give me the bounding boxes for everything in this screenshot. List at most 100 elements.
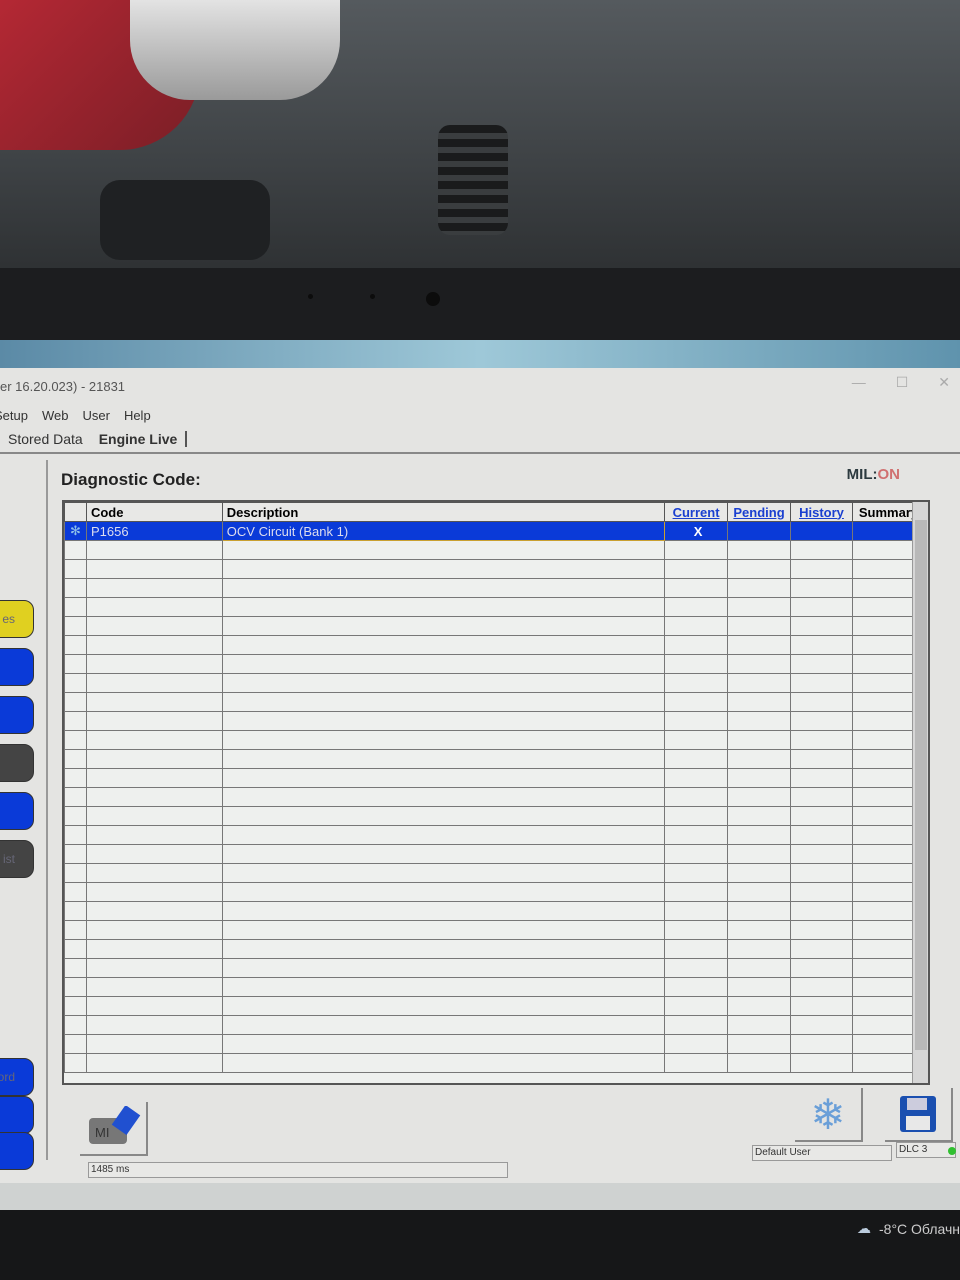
table-cell: [85, 673, 223, 693]
table-row[interactable]: [64, 559, 926, 579]
weather-widget[interactable]: ☁ -8°C Облачн: [857, 1220, 960, 1237]
table-cell: [727, 825, 792, 845]
table-cell: [664, 1015, 729, 1035]
mil-reset-button[interactable]: MI: [80, 1102, 148, 1156]
table-cell: [664, 559, 729, 579]
menu-web[interactable]: Web: [42, 408, 69, 423]
table-row[interactable]: [64, 787, 926, 807]
table-row[interactable]: [64, 901, 926, 921]
table-cell: [85, 939, 223, 959]
webcam-icon: [426, 292, 440, 306]
menu-setup[interactable]: Setup: [0, 408, 28, 423]
table-cell: [85, 787, 223, 807]
table-row[interactable]: [64, 730, 926, 750]
table-cell: [664, 578, 729, 598]
menu-user[interactable]: User: [82, 408, 109, 423]
table-cell: [64, 806, 87, 826]
save-button[interactable]: [885, 1088, 953, 1142]
table-cell: [790, 787, 853, 807]
table-cell: [727, 616, 792, 636]
weather-text: -8°C Облачн: [879, 1220, 960, 1237]
maximize-button[interactable]: ☐: [896, 374, 909, 391]
minimize-button[interactable]: —: [852, 374, 866, 391]
table-row[interactable]: [64, 654, 926, 674]
table-row[interactable]: [64, 540, 926, 560]
column-header-description[interactable]: Description: [221, 502, 666, 522]
table-cell: [727, 1034, 792, 1054]
table-row[interactable]: [64, 977, 926, 997]
table-row[interactable]: [64, 844, 926, 864]
tab-engine-live[interactable]: Engine Live: [91, 431, 188, 447]
table-row[interactable]: [64, 635, 926, 655]
left-function-button[interactable]: [0, 792, 34, 830]
column-header-current[interactable]: Current: [664, 502, 729, 522]
table-row[interactable]: [64, 1053, 926, 1073]
table-cell: [727, 844, 792, 864]
left-function-button[interactable]: [0, 744, 34, 782]
table-row[interactable]: [64, 597, 926, 617]
left-function-button[interactable]: [0, 696, 34, 734]
techstream-window: er 16.20.023) - 21831 — ☐ ✕ Setup Web Us…: [0, 368, 960, 1183]
table-row[interactable]: [64, 920, 926, 940]
table-row[interactable]: [64, 578, 926, 598]
table-cell: [221, 559, 666, 579]
table-row[interactable]: [64, 616, 926, 636]
freeze-frame-button[interactable]: ❄: [795, 1088, 863, 1142]
left-function-button[interactable]: [0, 648, 34, 686]
table-row[interactable]: [64, 1034, 926, 1054]
column-header-history[interactable]: History: [790, 502, 853, 522]
table-row[interactable]: [64, 1015, 926, 1035]
table-cell: [727, 1015, 792, 1035]
column-header-code[interactable]: Code: [85, 502, 223, 522]
table-row[interactable]: [64, 958, 926, 978]
table-cell: [221, 730, 666, 750]
dtc-current: X: [664, 521, 729, 541]
table-cell: [85, 578, 223, 598]
table-row[interactable]: ✻ P1656 OCV Circuit (Bank 1) X: [64, 521, 926, 541]
table-row[interactable]: [64, 768, 926, 788]
table-row[interactable]: [64, 692, 926, 712]
table-row[interactable]: [64, 863, 926, 883]
table-cell: [85, 1015, 223, 1035]
table-row[interactable]: [64, 882, 926, 902]
table-cell: [85, 540, 223, 560]
left-function-button[interactable]: ist: [0, 840, 34, 878]
tab-stored-data[interactable]: Stored Data: [0, 431, 91, 447]
close-button[interactable]: ✕: [938, 374, 950, 391]
table-row[interactable]: [64, 939, 926, 959]
table-cell: [221, 616, 666, 636]
vertical-scrollbar[interactable]: [912, 502, 928, 1083]
column-header-pending[interactable]: Pending: [727, 502, 792, 522]
table-cell: [727, 920, 792, 940]
scrollbar-thumb[interactable]: [915, 520, 927, 1050]
table-row[interactable]: [64, 711, 926, 731]
table-cell: [85, 616, 223, 636]
table-cell: [664, 635, 729, 655]
table-cell: [221, 1015, 666, 1035]
table-row[interactable]: [64, 749, 926, 769]
menu-help[interactable]: Help: [124, 408, 151, 423]
table-cell: [727, 1053, 792, 1073]
table-cell: [727, 578, 792, 598]
table-row[interactable]: [64, 825, 926, 845]
table-row[interactable]: [64, 673, 926, 693]
page-title: Diagnostic Code:: [61, 470, 201, 489]
table-row[interactable]: [64, 996, 926, 1016]
table-cell: [221, 749, 666, 769]
mil-label: MIL:: [846, 466, 878, 483]
table-cell: [221, 1053, 666, 1073]
table-cell: [727, 958, 792, 978]
table-cell: [664, 882, 729, 902]
desktop-wallpaper: [0, 340, 960, 370]
left-function-button[interactable]: es: [0, 600, 34, 638]
table-cell: [664, 597, 729, 617]
table-cell: [64, 730, 87, 750]
table-cell: [64, 996, 87, 1016]
freeze-frame-icon[interactable]: ✻: [64, 521, 87, 541]
engine-mil-eraser-icon: MI: [89, 1106, 141, 1144]
dtc-description: OCV Circuit (Bank 1): [221, 521, 666, 541]
table-row[interactable]: [64, 806, 926, 826]
table-cell: [64, 711, 87, 731]
table-cell: [64, 1015, 87, 1035]
table-cell: [727, 711, 792, 731]
